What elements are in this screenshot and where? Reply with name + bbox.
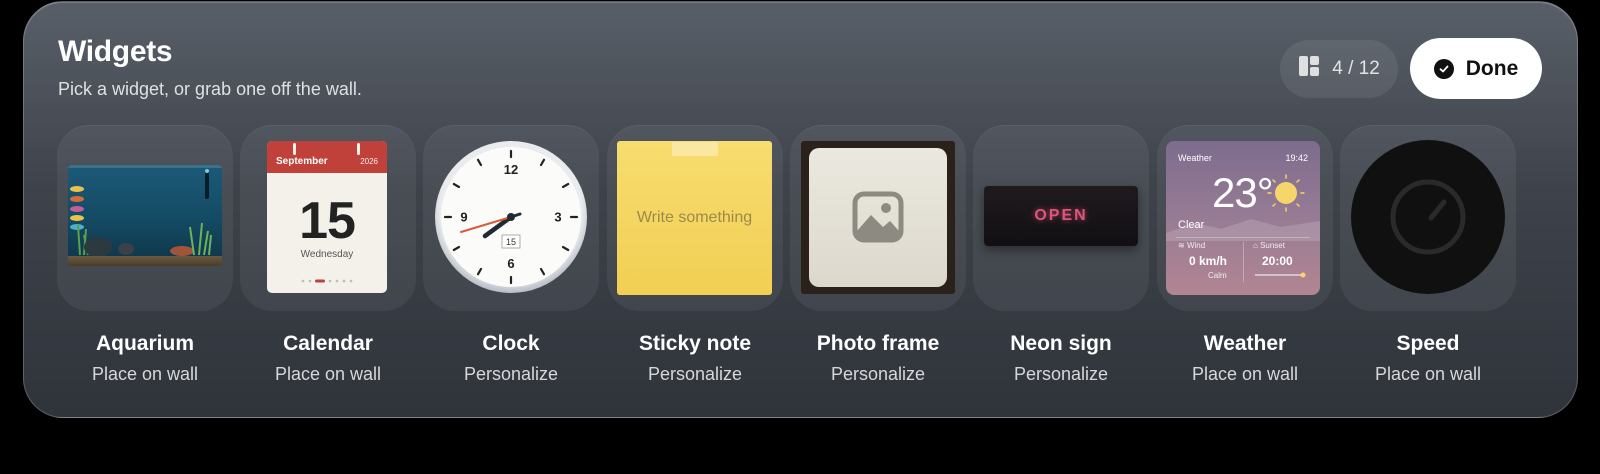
widget-name: Clock [482,332,540,355]
widget-action[interactable]: Personalize [607,364,783,385]
done-button[interactable]: Done [1410,38,1542,99]
widget-tile-weather[interactable]: Weather 19:42 23° Clear ≋ Wind 0 km/h Ca… [1157,125,1333,311]
calendar-preview: September 2026 15 Wednesday [267,141,387,293]
weather-condition: Clear [1178,219,1205,231]
widget-action[interactable]: Personalize [423,364,599,385]
widget-action[interactable]: Place on wall [1157,364,1333,385]
calendar-page-dots [301,279,353,283]
widget-tile-speed[interactable] [1340,125,1516,311]
clock-preview: 12 3 6 9 15 [434,140,588,294]
clock-date: 15 [506,237,516,247]
widget-action[interactable]: Personalize [790,364,966,385]
clock-face-icon: 12 3 6 9 15 [435,141,587,293]
widget-tile-calendar[interactable]: September 2026 15 Wednesday [240,125,416,311]
panel-title: Widgets [58,35,173,68]
widget-name: Neon sign [1010,332,1112,355]
clock-numeral-9: 9 [460,210,467,225]
counter-text: 4 / 12 [1332,58,1380,79]
widget-tile-aquarium[interactable] [57,125,233,311]
clock-numeral-3: 3 [554,210,561,225]
wind-label: ≋ Wind [1178,241,1206,250]
gauge-icon [1390,179,1466,255]
widget-action[interactable]: Place on wall [240,364,416,385]
sunset-icon: ⌂ [1253,241,1261,250]
widget-action[interactable]: Place on wall [1340,364,1516,385]
widget-tile-sticky-note[interactable]: Write something [607,125,783,311]
sunset-value: 20:00 [1262,254,1293,268]
widget-action[interactable]: Place on wall [57,364,233,385]
widgets-panel: Widgets Pick a widget, or grab one off t… [23,1,1578,418]
calendar-month: September [276,156,328,167]
widget-name: Weather [1203,332,1287,355]
aquarium-floor [68,256,222,266]
widget-name: Photo frame [816,332,940,355]
weather-time: 19:42 [1285,153,1308,163]
widget-tile-clock[interactable]: 12 3 6 9 15 [423,125,599,311]
sticky-note-preview: Write something [617,141,772,295]
wind-note: Calm [1208,271,1227,280]
sunset-progress-dot [1300,272,1306,278]
clock-numeral-12: 12 [504,162,518,177]
widget-action[interactable]: Personalize [973,364,1149,385]
neon-sign-preview: OPEN [984,186,1138,246]
sun-icon [1267,174,1305,212]
clock-numeral-6: 6 [507,256,514,271]
photo-frame-preview [801,141,955,294]
aquarium-icon [68,165,222,266]
widget-tile-photo-frame[interactable] [790,125,966,311]
image-icon [852,191,904,243]
wind-value: 0 km/h [1189,254,1228,268]
calendar-day: 15 [299,192,356,250]
widget-name: Speed [1396,332,1460,355]
panel-subtitle: Pick a widget, or grab one off the wall. [58,79,362,99]
sunset-label: ⌂ Sunset [1253,241,1285,250]
weather-preview: Weather 19:42 23° Clear ≋ Wind 0 km/h Ca… [1166,141,1320,295]
widget-name: Calendar [283,332,373,355]
weather-label: Weather [1178,153,1212,163]
calendar-year: 2026 [360,157,378,166]
tape-icon [672,142,718,156]
calendar-weekday: Wednesday [300,249,354,260]
neon-sign-text: OPEN [1034,207,1088,224]
sunset-progress [1255,274,1303,276]
widget-counter[interactable]: 4 / 12 [1280,40,1398,98]
weather-temperature: 23° [1212,169,1274,216]
done-label: Done [1465,56,1519,80]
calendar-header: September 2026 [267,141,387,173]
widget-name: Sticky note [638,332,752,355]
wind-icon: ≋ [1178,241,1187,250]
check-icon [1433,58,1454,79]
sticky-note-placeholder: Write something [636,209,753,226]
widget-name: Aquarium [95,332,194,355]
speed-preview [1351,140,1505,294]
widget-tile-neon-sign[interactable]: OPEN [973,125,1149,311]
layout-icon [1298,55,1320,83]
